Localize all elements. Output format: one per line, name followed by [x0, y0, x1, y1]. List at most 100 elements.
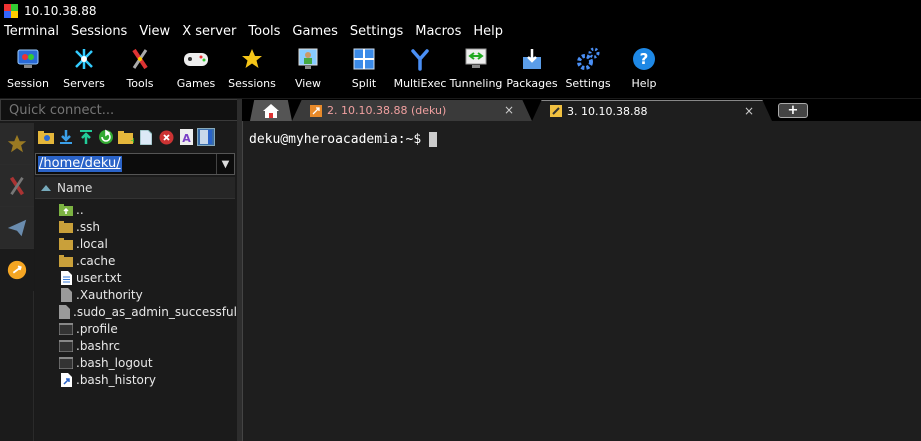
close-icon[interactable]: ×	[744, 104, 754, 118]
side-tab-sftp[interactable]	[0, 249, 34, 291]
file-row-local[interactable]: .local	[35, 235, 235, 252]
menu-settings[interactable]: Settings	[344, 22, 409, 42]
terminal-cursor	[429, 132, 438, 147]
refresh-button[interactable]	[97, 128, 115, 146]
new-folder-button[interactable]: +	[117, 128, 135, 146]
delete-icon	[159, 130, 173, 144]
home-icon	[263, 103, 279, 118]
download-button[interactable]	[57, 128, 75, 146]
menu-terminal[interactable]: Terminal	[0, 22, 65, 42]
help-button[interactable]: ? Help	[616, 42, 672, 98]
sessions-button[interactable]: Sessions	[224, 42, 280, 98]
menu-x-server[interactable]: X server	[176, 22, 242, 42]
file-row-bash-history[interactable]: .bash_history	[35, 371, 235, 388]
current-path[interactable]: /home/deku/	[38, 156, 122, 172]
session-tab-bar: 2. 10.10.38.88 (deku) × 3. 10.10.38.88 ×…	[242, 99, 921, 121]
title-bar: 10.10.38.88	[0, 0, 921, 22]
help-icon: ?	[631, 46, 657, 72]
folder-icon	[59, 237, 73, 251]
wrench-icon	[550, 105, 562, 117]
symlink-file-icon	[59, 372, 73, 387]
tunneling-button[interactable]: Tunneling	[448, 42, 504, 98]
session-icon	[15, 46, 41, 72]
view-button[interactable]: View	[280, 42, 336, 98]
file-row-user-txt[interactable]: user.txt	[35, 269, 235, 286]
follow-terminal-button[interactable]	[197, 128, 215, 146]
folder-up-icon	[38, 131, 54, 144]
menu-view[interactable]: View	[133, 22, 176, 42]
menu-bar: Terminal Sessions View X server Tools Ga…	[0, 22, 921, 42]
sftp-icon	[310, 104, 322, 117]
file-icon	[59, 287, 73, 302]
multiexec-button[interactable]: MultiExec	[392, 42, 448, 98]
quick-connect-input[interactable]	[0, 99, 238, 121]
paper-plane-icon	[7, 219, 27, 236]
file-row-bashrc[interactable]: .bashrc	[35, 337, 235, 354]
tools-button[interactable]: Tools	[112, 42, 168, 98]
terminal-area[interactable]: deku@myheroacademia:~$	[242, 121, 921, 441]
menu-tools[interactable]: Tools	[242, 22, 286, 42]
file-list: .. .ssh .local .cache user.txt .Xauthori…	[35, 201, 237, 388]
session-button[interactable]: Session	[0, 42, 56, 98]
new-file-button[interactable]	[137, 128, 155, 146]
menu-macros[interactable]: Macros	[409, 22, 467, 42]
sftp-icon	[7, 260, 27, 280]
servers-icon	[71, 46, 97, 72]
app-logo-icon	[4, 4, 18, 18]
close-icon[interactable]: ×	[504, 103, 514, 117]
sftp-browser: + A /home/deku/ ▼ Name .. .ssh .local .c…	[35, 123, 237, 441]
column-header-name[interactable]: Name	[35, 177, 235, 199]
prompt-line: deku@myheroacademia:~$	[249, 132, 438, 147]
new-file-icon	[140, 129, 152, 145]
settings-button[interactable]: Settings	[560, 42, 616, 98]
servers-button[interactable]: Servers	[56, 42, 112, 98]
download-icon	[60, 130, 72, 144]
chevron-down-icon[interactable]: ▼	[216, 154, 234, 174]
upload-button[interactable]	[77, 128, 95, 146]
tab-session-2[interactable]: 2. 10.10.38.88 (deku) ×	[292, 100, 532, 121]
games-button[interactable]: Games	[168, 42, 224, 98]
side-tab-macros[interactable]	[0, 207, 34, 249]
file-row-cache[interactable]: .cache	[35, 252, 235, 269]
tab-session-3[interactable]: 3. 10.10.38.88 ×	[532, 100, 772, 121]
file-row-ssh[interactable]: .ssh	[35, 218, 235, 235]
tunneling-icon	[463, 46, 489, 72]
follow-folder-icon	[200, 130, 212, 144]
new-folder-icon: +	[118, 131, 134, 144]
text-file-icon	[59, 270, 73, 285]
folder-icon	[59, 220, 73, 234]
file-row-bash-logout[interactable]: .bash_logout	[35, 354, 235, 371]
shell-prompt: deku@myheroacademia:~$	[249, 132, 422, 147]
menu-games[interactable]: Games	[286, 22, 343, 42]
rename-button[interactable]: A	[177, 128, 195, 146]
menu-help[interactable]: Help	[467, 22, 509, 42]
file-row-profile[interactable]: .profile	[35, 320, 235, 337]
packages-icon	[519, 46, 545, 72]
file-row-parent[interactable]: ..	[35, 201, 235, 218]
shell-script-icon	[59, 339, 73, 353]
file-row-sudo-admin[interactable]: .sudo_as_admin_successful	[35, 303, 237, 320]
upload-icon	[80, 130, 92, 144]
parent-folder-button[interactable]	[37, 128, 55, 146]
svg-text:+: +	[130, 136, 134, 144]
home-tab[interactable]	[250, 100, 292, 121]
view-icon	[295, 46, 321, 72]
packages-button[interactable]: Packages	[504, 42, 560, 98]
shell-script-icon	[59, 322, 73, 336]
side-tab-strip	[0, 123, 34, 441]
window-title: 10.10.38.88	[24, 4, 97, 18]
delete-button[interactable]	[157, 128, 175, 146]
sort-ascending-icon	[41, 184, 51, 191]
split-icon	[351, 46, 377, 72]
split-button[interactable]: Split	[336, 42, 392, 98]
star-icon	[239, 46, 265, 72]
side-tab-sessions[interactable]	[0, 123, 34, 165]
parent-folder-icon	[59, 203, 73, 217]
side-tab-tools[interactable]	[0, 165, 34, 207]
file-icon	[59, 304, 70, 319]
menu-sessions[interactable]: Sessions	[65, 22, 133, 42]
path-combobox[interactable]: /home/deku/ ▼	[35, 153, 235, 175]
star-icon	[7, 134, 27, 152]
file-row-xauthority[interactable]: .Xauthority	[35, 286, 235, 303]
new-tab-button[interactable]: +	[778, 103, 808, 118]
